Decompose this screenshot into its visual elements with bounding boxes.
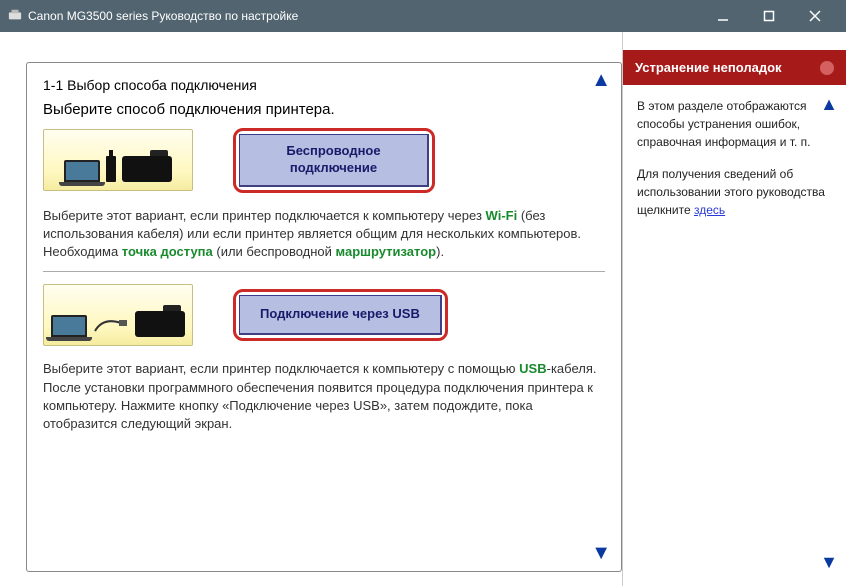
router-term: маршрутизатор	[336, 244, 437, 259]
help-link[interactable]: здесь	[694, 203, 725, 217]
sidebar-scroll-up-icon[interactable]: ▲	[820, 91, 838, 118]
text: Для получения сведений об использовании …	[637, 167, 825, 217]
usb-cable-icon	[93, 315, 129, 335]
scroll-down-icon[interactable]: ▼	[591, 542, 611, 565]
wireless-button-highlight: Беспроводное подключение	[233, 128, 435, 193]
usb-connection-button[interactable]: Подключение через USB	[239, 295, 442, 335]
sidebar-header-icon	[820, 61, 834, 75]
wireless-connection-button[interactable]: Беспроводное подключение	[239, 134, 429, 187]
printer-icon	[135, 311, 185, 337]
main-content-box: ▲ 1-1 Выбор способа подключения Выберите…	[26, 62, 622, 572]
wireless-description: Выберите этот вариант, если принтер подк…	[43, 207, 605, 262]
close-button[interactable]	[792, 0, 838, 32]
sidebar-body: ▲ В этом разделе отображаются способы ус…	[623, 85, 846, 586]
sidebar-scroll-down-icon[interactable]: ▼	[820, 549, 838, 576]
sidebar-title: Устранение неполадок	[635, 60, 782, 75]
title-text: Canon MG3500 series Руководство по настр…	[28, 9, 700, 23]
sidebar: Устранение неполадок ▲ В этом разделе от…	[622, 32, 846, 586]
app-window: Canon MG3500 series Руководство по настр…	[0, 0, 846, 586]
minimize-button[interactable]	[700, 0, 746, 32]
text: ).	[436, 244, 444, 259]
sidebar-header[interactable]: Устранение неполадок	[623, 50, 846, 85]
main-panel: ▲ 1-1 Выбор способа подключения Выберите…	[0, 32, 622, 586]
section-title: 1-1 Выбор способа подключения	[43, 77, 605, 93]
titlebar: Canon MG3500 series Руководство по настр…	[0, 0, 846, 32]
wireless-btn-line1: Беспроводное	[286, 143, 380, 158]
text: Выберите этот вариант, если принтер подк…	[43, 361, 519, 376]
laptop-icon	[51, 315, 87, 337]
instruction-text: Выберите способ подключения принтера.	[43, 101, 605, 118]
sidebar-text-1: В этом разделе отображаются способы устр…	[637, 97, 832, 151]
wireless-illustration	[43, 129, 193, 191]
printer-icon	[122, 156, 172, 182]
maximize-button[interactable]	[746, 0, 792, 32]
window-controls	[700, 0, 838, 32]
sidebar-text-2: Для получения сведений об использовании …	[637, 165, 832, 219]
text: (или беспроводной	[213, 244, 336, 259]
content-area: ▲ 1-1 Выбор способа подключения Выберите…	[0, 32, 846, 586]
router-icon	[106, 156, 116, 182]
scroll-up-icon[interactable]: ▲	[591, 69, 611, 92]
wireless-btn-line2: подключение	[290, 160, 377, 175]
usb-button-highlight: Подключение через USB	[233, 289, 448, 341]
usb-btn-label: Подключение через USB	[260, 306, 420, 321]
app-icon	[8, 8, 22, 25]
access-point-term: точка доступа	[122, 244, 213, 259]
usb-illustration	[43, 284, 193, 346]
usb-term: USB	[519, 361, 546, 376]
wireless-option-row: Беспроводное подключение	[43, 128, 605, 193]
divider	[43, 271, 605, 272]
usb-description: Выберите этот вариант, если принтер подк…	[43, 360, 605, 433]
usb-option-row: Подключение через USB	[43, 284, 605, 346]
text: Выберите этот вариант, если принтер подк…	[43, 208, 486, 223]
wifi-term: Wi-Fi	[486, 208, 518, 223]
laptop-icon	[64, 160, 100, 182]
